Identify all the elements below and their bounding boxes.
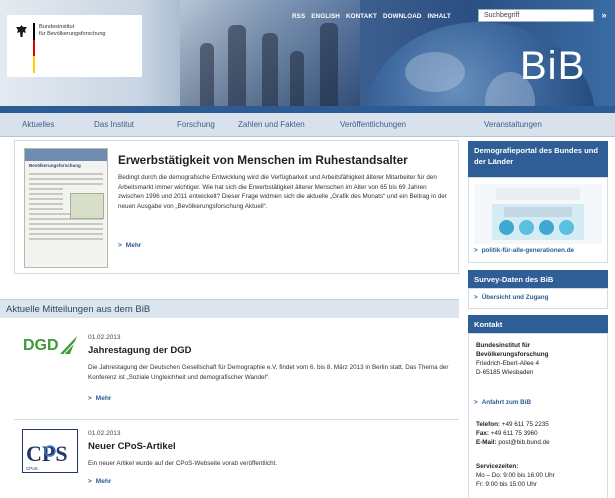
cpos-logo[interactable]: CPS CPoS	[22, 429, 78, 473]
nav-veranstaltungen[interactable]: Veranstaltungen	[484, 120, 542, 129]
survey-link[interactable]: > Übersicht und Zugang	[474, 294, 549, 301]
thumbnail-chart	[70, 193, 104, 219]
nav-das-institut[interactable]: Das Institut	[94, 120, 134, 129]
news-title[interactable]: Neuer CPoS-Artikel	[88, 441, 176, 452]
chevron-right-icon: >	[474, 294, 478, 301]
featured-more-link[interactable]: > Mehr	[118, 242, 141, 249]
news-text: Die Jahrestagung der Deutschen Gesellsch…	[88, 364, 449, 381]
featured-text: Bedingt durch die demografische Entwickl…	[118, 174, 447, 210]
nav-forschung[interactable]: Forschung	[177, 120, 215, 129]
toplink-rss[interactable]: RSS	[292, 13, 305, 20]
news-date: 01.02.2013	[88, 334, 121, 341]
survey-box-title: Survey-Daten des BiB	[468, 270, 608, 288]
contact-box-title: Kontakt	[468, 315, 608, 333]
svg-text:CPoS: CPoS	[26, 466, 38, 471]
svg-text:CPS: CPS	[26, 441, 68, 466]
featured-title[interactable]: Erwerbstätigkeit von Menschen im Ruhesta…	[118, 153, 408, 167]
toplink-english[interactable]: ENGLISH	[311, 13, 340, 20]
bib-logo[interactable]: Bundesinstitut für Bevölkerungsforschung	[7, 15, 142, 77]
news-more-link[interactable]: > Mehr	[88, 395, 111, 402]
toplink-inhalt[interactable]: INHALT	[428, 13, 451, 20]
fax-number: +49 611 75 3960	[490, 430, 538, 437]
phone-number: +49 611 75 2235	[501, 421, 549, 428]
chevron-right-icon: >	[88, 478, 92, 485]
search-button[interactable]: »	[596, 8, 612, 23]
news-title[interactable]: Jahrestagung der DGD	[88, 345, 191, 356]
service-hours: Servicezeiten: Mo – Do: 9:00 bis 16:00 U…	[476, 463, 555, 488]
publication-thumbnail[interactable]: Bevölkerungsforschung	[24, 148, 108, 268]
portal-link[interactable]: > politik-für-alle-generationen.de	[474, 247, 574, 254]
brand-wordmark: BiB	[520, 44, 586, 88]
news-text: Ein neuer Artikel wurde auf der CPoS-Web…	[88, 460, 278, 467]
news-item: CPS CPoS 01.02.2013 Neuer CPoS-Artikel E…	[14, 424, 459, 498]
chevron-right-icon: >	[88, 395, 92, 402]
nav-aktuelles[interactable]: Aktuelles	[22, 120, 54, 129]
cpos-logo-icon: CPS CPoS	[23, 430, 77, 472]
dgd-logo-icon: DGD	[23, 336, 78, 355]
header-bar	[0, 106, 615, 113]
chevron-right-icon: >	[118, 242, 122, 249]
route-link[interactable]: > Anfahrt zum BiB	[474, 399, 531, 406]
dgd-logo[interactable]: DGD	[22, 332, 78, 356]
email-link[interactable]: post@bib.bund.de	[498, 439, 549, 446]
news-more-link[interactable]: > Mehr	[88, 478, 111, 485]
contact-address: Bundesinstitut für Bevölkerungsforschung…	[476, 342, 549, 376]
german-flag-icon	[33, 23, 35, 73]
federal-eagle-icon	[16, 25, 27, 37]
toplink-download[interactable]: DOWNLOAD	[383, 13, 422, 20]
chevron-right-icon: >	[474, 247, 478, 254]
nav-veroeffentlichungen[interactable]: Veröffentlichungen	[340, 120, 406, 129]
contact-details: Telefon: +49 611 75 2235 Fax: +49 611 75…	[476, 421, 550, 446]
search-input[interactable]: Suchbegriff	[478, 9, 594, 22]
toplink-kontakt[interactable]: KONTAKT	[346, 13, 377, 20]
featured-article: Bevölkerungsforschung Erwerbstätigkeit v…	[14, 140, 459, 274]
news-date: 01.02.2013	[88, 430, 121, 437]
news-item: DGD 01.02.2013 Jahrestagung der DGD Die …	[14, 322, 459, 420]
top-links: RSS ENGLISH KONTAKT DOWNLOAD INHALT	[292, 13, 451, 20]
portal-box-title: Demografieportal des Bundes und der Länd…	[468, 141, 608, 177]
section-title: Aktuelle Mitteilungen aus dem BiB	[0, 299, 459, 318]
site-header: Bundesinstitut für Bevölkerungsforschung…	[0, 0, 615, 113]
logo-text: Bundesinstitut für Bevölkerungsforschung	[39, 24, 106, 37]
portal-screenshot[interactable]	[474, 184, 602, 244]
nav-zahlen-und-fakten[interactable]: Zahlen und Fakten	[238, 120, 305, 129]
svg-text:DGD: DGD	[23, 337, 59, 354]
chevron-right-icon: >	[474, 399, 478, 406]
main-nav: Aktuelles Das Institut Forschung Zahlen …	[0, 113, 615, 137]
